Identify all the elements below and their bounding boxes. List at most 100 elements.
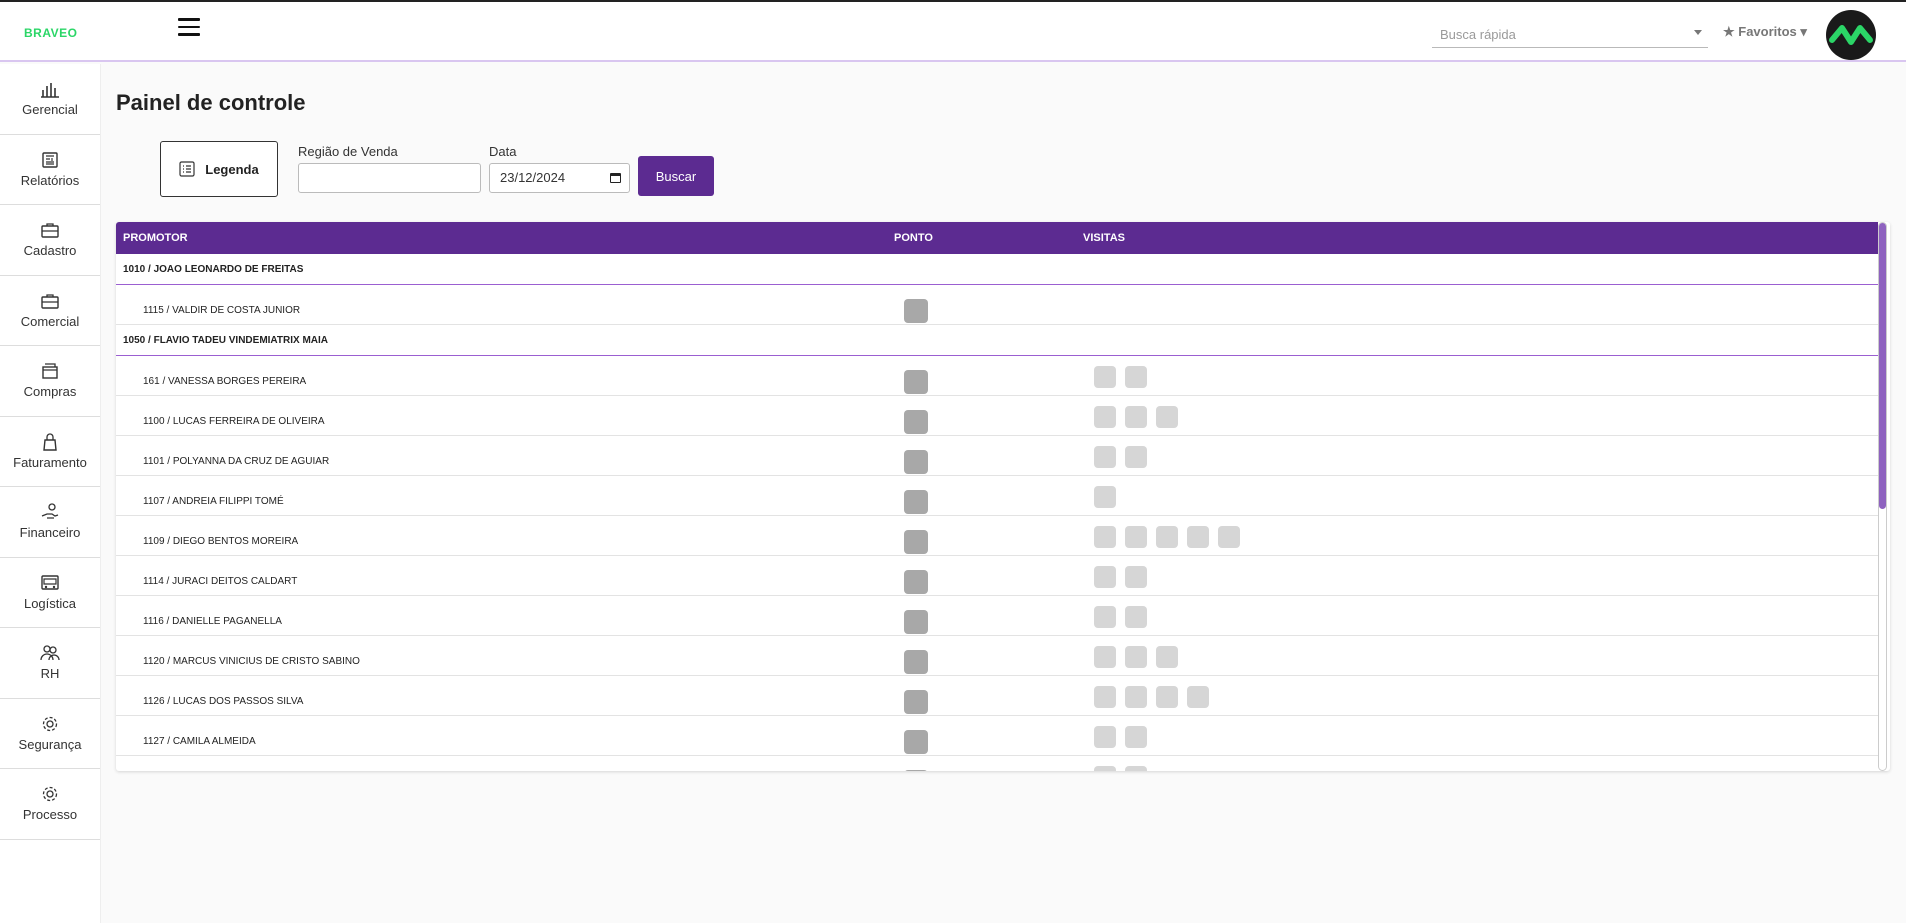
ponto-marker[interactable] — [904, 650, 928, 674]
table-row[interactable]: 1127 / CAMILA ALMEIDA — [116, 716, 1878, 756]
sidebar-item-compras[interactable]: Compras — [0, 346, 100, 417]
sidebar-item-label: Processo — [22, 807, 78, 823]
table-row[interactable]: 1126 / LUCAS DOS PASSOS SILVA — [116, 676, 1878, 716]
visit-marker[interactable] — [1094, 566, 1116, 588]
ponto-marker[interactable] — [904, 370, 928, 394]
visit-marker[interactable] — [1156, 406, 1178, 428]
group-name: 1010 / JOAO LEONARDO DE FREITAS — [123, 264, 304, 275]
group-name: 1050 / FLAVIO TADEU VINDEMIATRIX MAIA — [123, 335, 329, 346]
bar-chart-icon — [41, 83, 59, 99]
menu-icon[interactable] — [178, 18, 200, 38]
table-row[interactable] — [116, 756, 1878, 771]
avatar[interactable] — [1826, 10, 1876, 60]
ponto-marker[interactable] — [904, 410, 928, 434]
table-row[interactable]: 1109 / DIEGO BENTOS MOREIRA — [116, 516, 1878, 556]
visit-marker[interactable] — [1094, 406, 1116, 428]
search-button[interactable]: Buscar — [638, 156, 714, 196]
visits-list — [1094, 646, 1178, 668]
visit-marker[interactable] — [1125, 566, 1147, 588]
table-header: PROMOTOR PONTO VISITAS — [116, 222, 1878, 254]
promotor-name: 1127 / CAMILA ALMEIDA — [143, 736, 256, 747]
table-row[interactable]: 1101 / POLYANNA DA CRUZ DE AGUIAR — [116, 436, 1878, 476]
promotor-name: 1116 / DANIELLE PAGANELLA — [143, 616, 282, 627]
visit-marker[interactable] — [1125, 646, 1147, 668]
visit-marker[interactable] — [1094, 686, 1116, 708]
ponto-marker[interactable] — [904, 770, 928, 771]
ponto-marker[interactable] — [904, 690, 928, 714]
visit-marker[interactable] — [1156, 526, 1178, 548]
sidebar-item-label: Faturamento — [13, 454, 87, 470]
sidebar-item-financeiro[interactable]: Financeiro — [0, 487, 100, 558]
sidebar-item-gerencial[interactable]: Gerencial — [0, 64, 100, 135]
visit-marker[interactable] — [1094, 606, 1116, 628]
visit-marker[interactable] — [1187, 686, 1209, 708]
table-row[interactable]: 1115 / VALDIR DE COSTA JUNIOR — [116, 285, 1878, 325]
sidebar-item-processo[interactable]: Processo — [0, 769, 100, 840]
sidebar-item-rh[interactable]: RH — [0, 628, 100, 699]
sidebar-item-faturamento[interactable]: Faturamento — [0, 417, 100, 487]
visit-marker[interactable] — [1125, 366, 1147, 388]
visit-marker[interactable] — [1218, 526, 1240, 548]
briefcase-icon — [41, 294, 59, 309]
sidebar-item-logistica[interactable]: Logística — [0, 558, 100, 628]
promotor-name: 1126 / LUCAS DOS PASSOS SILVA — [143, 696, 304, 707]
table-row[interactable]: 161 / VANESSA BORGES PEREIRA — [116, 356, 1878, 396]
ponto-marker[interactable] — [904, 610, 928, 634]
table-row[interactable]: 1100 / LUCAS FERREIRA DE OLIVEIRA — [116, 396, 1878, 436]
ponto-marker[interactable] — [904, 450, 928, 474]
visit-marker[interactable] — [1125, 406, 1147, 428]
visit-marker[interactable] — [1156, 686, 1178, 708]
ponto-marker[interactable] — [904, 490, 928, 514]
visit-marker[interactable] — [1125, 606, 1147, 628]
sidebar-item-cadastro[interactable]: Cadastro — [0, 205, 100, 276]
calendar-icon[interactable] — [610, 173, 621, 183]
table-row[interactable]: 1116 / DANIELLE PAGANELLA — [116, 596, 1878, 636]
visit-marker[interactable] — [1125, 526, 1147, 548]
visit-marker[interactable] — [1125, 446, 1147, 468]
visit-marker[interactable] — [1125, 726, 1147, 748]
briefcase-icon — [41, 223, 59, 238]
visit-marker[interactable] — [1094, 526, 1116, 548]
visits-list — [1094, 526, 1240, 548]
people-icon — [40, 645, 60, 661]
table-scrollbar[interactable] — [1878, 222, 1887, 771]
visit-marker[interactable] — [1094, 646, 1116, 668]
favorites-menu[interactable]: ★ Favoritos ▾ — [1723, 24, 1807, 40]
visit-marker[interactable] — [1156, 646, 1178, 668]
region-input[interactable] — [298, 163, 481, 193]
page-title: Painel de controle — [116, 90, 306, 115]
table-row[interactable]: 1120 / MARCUS VINICIUS DE CRISTO SABINO — [116, 636, 1878, 676]
visit-marker[interactable] — [1187, 526, 1209, 548]
visits-list — [1094, 766, 1147, 771]
table-body: 1010 / JOAO LEONARDO DE FREITAS 1115 / VA… — [116, 254, 1878, 771]
visit-marker[interactable] — [1094, 766, 1116, 771]
visit-marker[interactable] — [1094, 446, 1116, 468]
header-ponto: PONTO — [894, 232, 933, 244]
visit-marker[interactable] — [1094, 366, 1116, 388]
ponto-marker[interactable] — [904, 730, 928, 754]
table-row[interactable]: 1114 / JURACI DEITOS CALDART — [116, 556, 1878, 596]
date-label: Data — [489, 144, 517, 159]
table-row[interactable]: 1107 / ANDREIA FILIPPI TOMÉ — [116, 476, 1878, 516]
braveo-logo[interactable]: BRAVEO — [24, 26, 77, 40]
bag-icon — [43, 433, 57, 451]
ponto-marker[interactable] — [904, 530, 928, 554]
quick-search-select[interactable]: Busca rápida — [1432, 22, 1708, 48]
ponto-marker[interactable] — [904, 299, 928, 323]
box-icon — [42, 363, 58, 379]
scrollbar-thumb[interactable] — [1879, 223, 1886, 509]
quick-search-placeholder: Busca rápida — [1440, 27, 1516, 42]
sidebar-item-label: Relatórios — [20, 172, 80, 188]
sidebar-item-label: RH — [40, 666, 60, 682]
visit-marker[interactable] — [1125, 766, 1147, 771]
sidebar-item-comercial[interactable]: Comercial — [0, 276, 100, 346]
sidebar-item-relatorios[interactable]: Relatórios — [0, 135, 100, 205]
visit-marker[interactable] — [1094, 726, 1116, 748]
ponto-marker[interactable] — [904, 570, 928, 594]
visit-marker[interactable] — [1125, 686, 1147, 708]
visit-marker[interactable] — [1094, 486, 1116, 508]
money-hand-icon — [41, 503, 59, 519]
date-input[interactable]: 23/12/2024 — [489, 163, 630, 193]
sidebar-item-seguranca[interactable]: Segurança — [0, 699, 100, 769]
legend-button[interactable]: Legenda — [160, 141, 278, 197]
